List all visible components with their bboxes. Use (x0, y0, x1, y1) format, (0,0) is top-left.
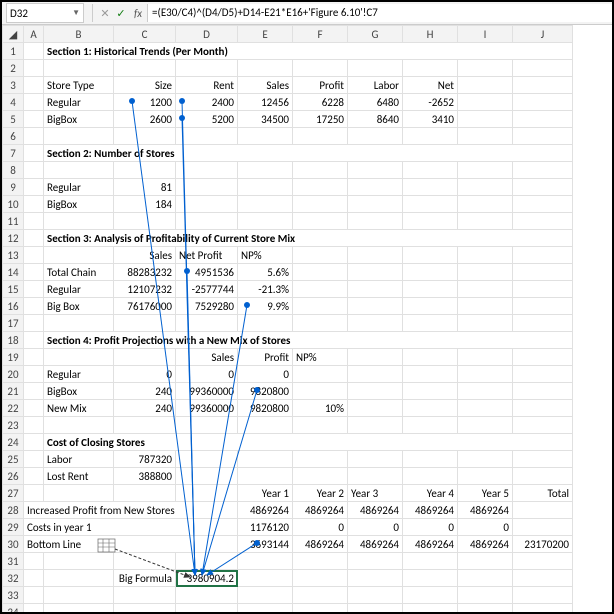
formula-bar: D32 ▼ ✕ ✓ fx =(E30/C4)^(D4/D5)+D14-E21*E… (2, 2, 612, 25)
col-J[interactable]: J (513, 26, 573, 43)
column-headers: ◢ A B C D E F G H I J (3, 26, 573, 43)
col-F[interactable]: F (293, 26, 348, 43)
col-B[interactable]: B (44, 26, 114, 43)
active-cell[interactable]: 3980904.2 (176, 570, 238, 587)
name-box-value: D32 (10, 7, 28, 20)
name-box[interactable]: D32 ▼ (6, 3, 84, 23)
spreadsheet-grid[interactable]: ◢ A B C D E F G H I J 1Section 1: Histor… (2, 25, 612, 614)
section-4-title[interactable]: Section 4: Profit Projections with a New… (44, 332, 573, 349)
cost-title[interactable]: Cost of Closing Stores (44, 434, 573, 451)
formula-input[interactable]: =(E30/C4)^(D4/D5)+D14-E21*E16+'Figure 6.… (147, 4, 612, 22)
select-all[interactable]: ◢ (3, 26, 24, 43)
big-formula-label[interactable]: Big Formula (114, 570, 176, 587)
section-3-title[interactable]: Section 3: Analysis of Profitability of … (44, 230, 573, 247)
chevron-down-icon[interactable]: ▼ (72, 8, 80, 18)
col-G[interactable]: G (348, 26, 403, 43)
col-I[interactable]: I (458, 26, 513, 43)
cancel-icon[interactable]: ✕ (97, 7, 113, 20)
section-1-title[interactable]: Section 1: Historical Trends (Per Month) (44, 43, 573, 60)
col-A[interactable]: A (24, 26, 44, 43)
col-D[interactable]: D (176, 26, 238, 43)
enter-icon[interactable]: ✓ (113, 7, 129, 20)
col-E[interactable]: E (238, 26, 293, 43)
section-2-title[interactable]: Section 2: Number of Stores (44, 145, 573, 162)
fx-icon[interactable]: fx (129, 7, 147, 20)
col-C[interactable]: C (114, 26, 176, 43)
col-H[interactable]: H (403, 26, 458, 43)
